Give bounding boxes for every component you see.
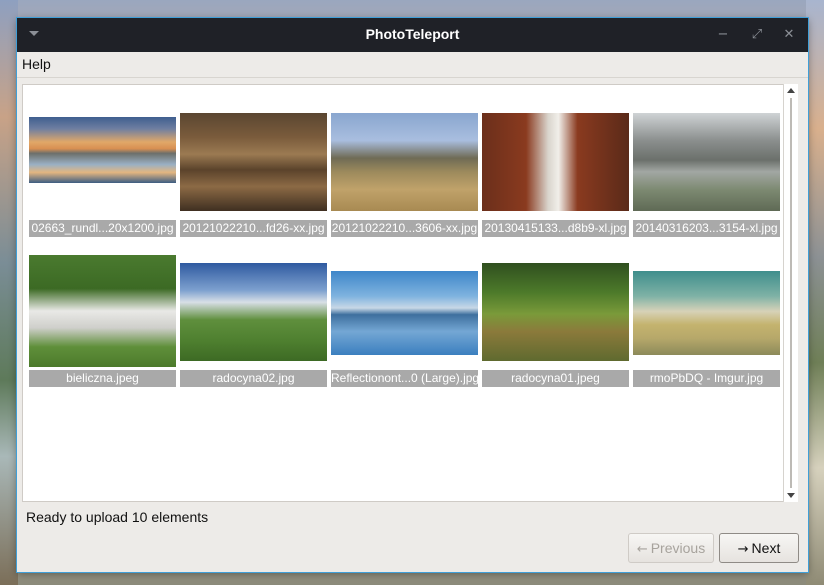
thumbnail-caption: bieliczna.jpeg [29,370,176,387]
thumbnail-image [482,263,629,361]
gallery-item[interactable]: Reflectionont...0 (Large).jpg [331,239,478,387]
arrow-right-icon: → [737,542,749,557]
gallery-item[interactable]: 02663_rundl...20x1200.jpg [29,89,176,237]
thumbnail-caption: 20121022210...fd26-xx.jpg [180,220,327,237]
gallery-item[interactable]: radocyna01.jpeg [482,239,629,387]
gallery-item[interactable]: 20121022210...3606-xx.jpg [331,89,478,237]
gallery-item[interactable]: radocyna02.jpg [180,239,327,387]
thumbnail-image [331,271,478,355]
gallery-scrollbar[interactable] [783,84,798,502]
desktop-wallpaper-right [806,0,824,585]
thumbnail-caption: 20140316203...3154-xl.jpg [633,220,780,237]
thumbnail-image [29,117,176,183]
next-label: Next [751,540,781,556]
desktop-wallpaper-left [0,0,18,585]
gallery-item[interactable]: 20130415133...d8b9-xl.jpg [482,89,629,237]
title-bar: PhotoTeleport − ⤢ ✕ [17,18,808,52]
next-button[interactable]: → Next [719,533,799,563]
thumbnail-caption: 20130415133...d8b9-xl.jpg [482,220,629,237]
menu-bar: Help [17,52,808,78]
thumbnail-image [331,113,478,211]
app-window: PhotoTeleport − ⤢ ✕ Help 02663_rundl...2… [17,18,808,572]
scroll-track[interactable] [790,98,792,488]
thumbnail-image [633,271,780,355]
scroll-up-icon[interactable] [787,88,795,93]
photo-gallery[interactable]: 02663_rundl...20x1200.jpg 20121022210...… [22,84,784,502]
status-text: Ready to upload 10 elements [26,509,209,525]
thumbnail-image [180,263,327,361]
thumbnail-caption: Reflectionont...0 (Large).jpg [331,370,478,387]
previous-label: Previous [650,540,706,556]
window-title: PhotoTeleport [365,26,460,42]
menu-help[interactable]: Help [22,56,51,72]
gallery-item[interactable]: rmoPbDQ - Imgur.jpg [633,239,780,387]
thumbnail-image [633,113,780,211]
previous-button[interactable]: ← Previous [628,533,714,563]
maximize-icon[interactable]: ⤢ [747,25,767,45]
close-icon[interactable]: ✕ [779,25,799,45]
gallery-item[interactable]: bieliczna.jpeg [29,239,176,387]
scroll-down-icon[interactable] [787,493,795,498]
thumbnail-caption: radocyna02.jpg [180,370,327,387]
thumbnail-image [180,113,327,211]
thumbnail-caption: 02663_rundl...20x1200.jpg [29,220,176,237]
gallery-item[interactable]: 20140316203...3154-xl.jpg [633,89,780,237]
thumbnail-caption: 20121022210...3606-xx.jpg [331,220,478,237]
thumbnail-caption: radocyna01.jpeg [482,370,629,387]
arrow-left-icon: ← [636,542,648,557]
thumbnail-image [482,113,629,211]
gallery-item[interactable]: 20121022210...fd26-xx.jpg [180,89,327,237]
thumbnail-caption: rmoPbDQ - Imgur.jpg [633,370,780,387]
minimize-icon[interactable]: − [713,25,733,45]
thumbnail-image [29,255,176,367]
